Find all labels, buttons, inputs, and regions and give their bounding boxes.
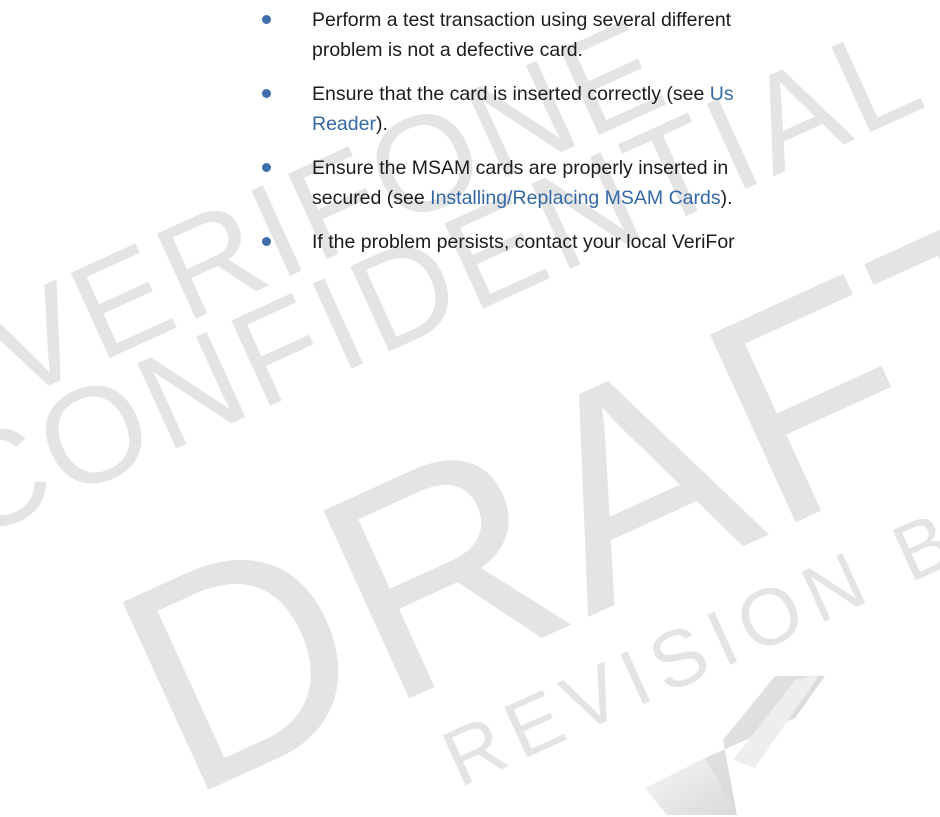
item-text: secured (see <box>312 187 431 209</box>
bullet-icon <box>262 89 271 98</box>
using-card-reader-link[interactable]: Us <box>710 83 734 105</box>
troubleshooting-list: Perform a test transaction using several… <box>258 5 940 271</box>
item-text: ). <box>720 187 733 209</box>
document-content: Perform a test transaction using several… <box>0 0 940 817</box>
item-text-line: Ensure the MSAM cards are properly inser… <box>312 157 729 179</box>
bullet-icon <box>262 163 271 172</box>
list-item: Ensure that the card is inserted correct… <box>258 79 940 139</box>
bullet-icon <box>262 15 271 24</box>
list-item: Perform a test transaction using several… <box>258 5 940 65</box>
installing-msam-cards-link[interactable]: Installing/Replacing MSAM Cards <box>430 187 720 209</box>
item-text-line: Perform a test transaction using several… <box>312 9 732 31</box>
item-text-line: Reader). <box>312 109 940 139</box>
list-item: If the problem persists, contact your lo… <box>258 227 940 257</box>
item-text: Ensure that the card is inserted correct… <box>312 83 710 105</box>
list-item: Ensure the MSAM cards are properly inser… <box>258 153 940 213</box>
item-text-line: secured (see Installing/Replacing MSAM C… <box>312 183 940 213</box>
card-reader-link[interactable]: Reader <box>312 113 376 135</box>
document-page: VERIFONE CONFIDENTIAL DRAFT REVISION B.1… <box>0 0 940 817</box>
bullet-icon <box>262 237 271 246</box>
item-text-line: Ensure that the card is inserted correct… <box>312 79 940 109</box>
item-text-line: If the problem persists, contact your lo… <box>312 231 735 253</box>
item-text-line: problem is not a defective card. <box>312 39 583 61</box>
item-text: ). <box>375 113 388 135</box>
